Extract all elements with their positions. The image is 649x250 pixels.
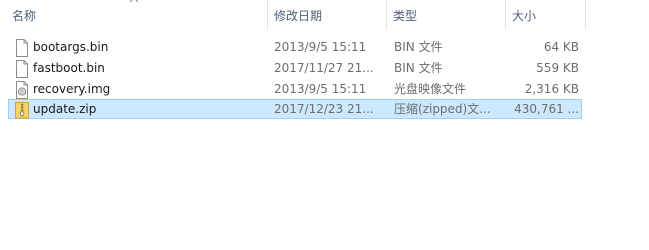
column-name-header[interactable]: 名称: [12, 0, 267, 34]
file-row[interactable]: fastboot.bin 2017/11/27 21... BIN 文件 559…: [8, 58, 582, 78]
file-name: recovery.img: [33, 82, 111, 96]
column-divider[interactable]: [386, 0, 387, 30]
file-row[interactable]: bootargs.bin 2013/9/5 15:11 BIN 文件 64 KB: [8, 37, 582, 57]
column-header: 名称 修改日期 类型 大小: [0, 0, 649, 34]
file-type: BIN 文件: [394, 40, 443, 54]
column-divider[interactable]: [267, 0, 268, 30]
column-divider[interactable]: [585, 0, 586, 30]
file-row[interactable]: recovery.img 2013/9/5 15:11 光盘映像文件 2,316…: [8, 79, 582, 99]
file-size: 430,761 ...: [514, 102, 579, 116]
file-name: update.zip: [33, 102, 97, 116]
file-modified: 2013/9/5 15:11: [274, 82, 367, 96]
zip-folder-icon: [15, 102, 29, 119]
file-size: 64 KB: [543, 40, 579, 54]
file-size: 2,316 KB: [524, 82, 579, 96]
file-icon: [16, 60, 28, 78]
column-name-label: 名称: [12, 9, 37, 23]
disc-image-icon: [16, 81, 28, 99]
file-size: 559 KB: [536, 61, 579, 75]
file-name: bootargs.bin: [33, 40, 109, 54]
column-type-header[interactable]: 类型: [393, 0, 505, 34]
column-size-label: 大小: [512, 9, 537, 23]
column-modified-label: 修改日期: [274, 9, 323, 23]
column-size-header[interactable]: 大小: [512, 0, 585, 34]
file-modified: 2017/12/23 21...: [274, 102, 374, 116]
file-modified: 2017/11/27 21...: [274, 61, 374, 75]
file-icon: [16, 39, 28, 57]
file-type: BIN 文件: [394, 61, 443, 75]
file-modified: 2013/9/5 15:11: [274, 40, 367, 54]
file-list-pane: 名称 修改日期 类型 大小 bootargs.bin 2013/9/5 15:1…: [0, 0, 649, 250]
column-divider[interactable]: [505, 0, 506, 30]
column-type-label: 类型: [393, 9, 418, 23]
file-name: fastboot.bin: [33, 61, 105, 75]
file-row-selected[interactable]: update.zip 2017/12/23 21... 压缩(zipped)文.…: [8, 99, 582, 119]
file-type: 光盘映像文件: [394, 82, 467, 96]
file-type: 压缩(zipped)文...: [394, 102, 491, 116]
column-modified-header[interactable]: 修改日期: [274, 0, 386, 34]
